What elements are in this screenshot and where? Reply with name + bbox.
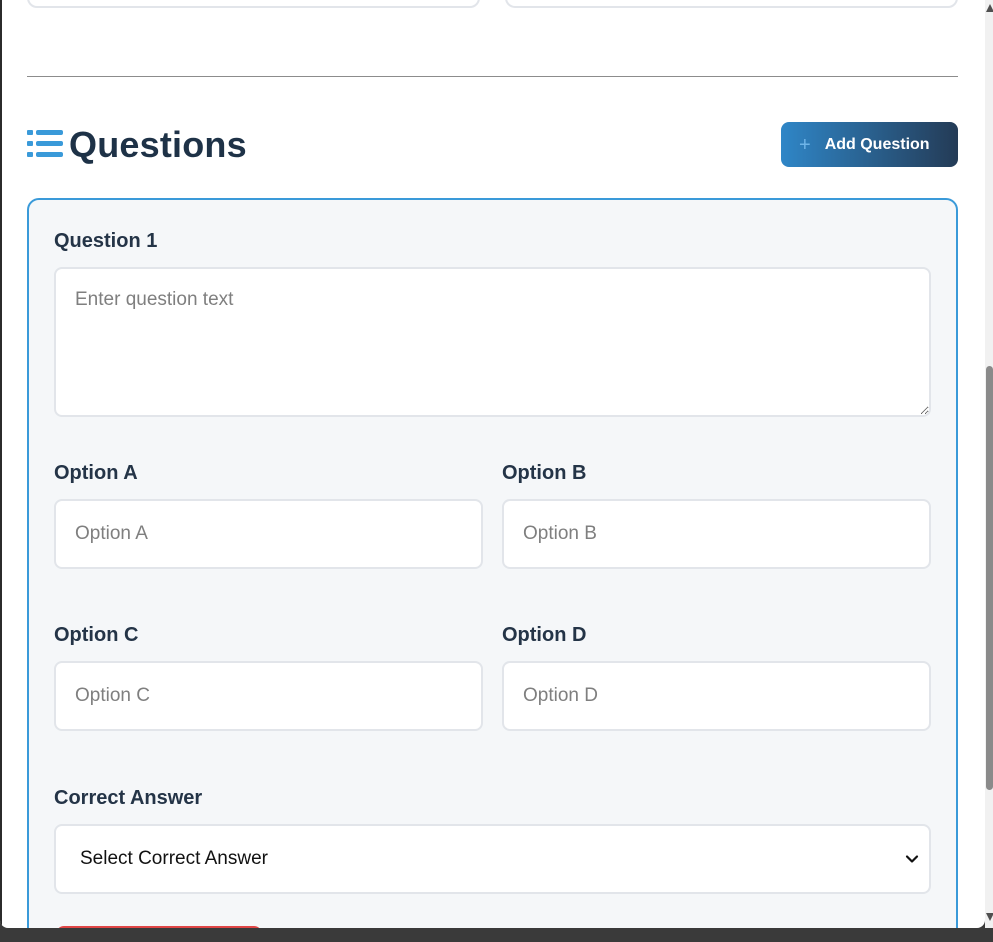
scrollbar-thumb[interactable] <box>986 366 993 790</box>
add-question-label: Add Question <box>824 135 930 153</box>
list-icon <box>27 130 63 157</box>
scroll-down-arrow-icon[interactable] <box>986 913 993 921</box>
chevron-down-icon <box>905 855 919 863</box>
section-divider <box>27 76 958 77</box>
previous-field-right[interactable] <box>505 0 958 8</box>
modal-panel: Questions + Add Question Question 1 Opti… <box>0 0 985 928</box>
correct-answer-label: Correct Answer <box>54 787 203 809</box>
option-c-input[interactable] <box>54 661 483 731</box>
previous-field-left[interactable] <box>27 0 480 8</box>
scroll-up-arrow-icon[interactable] <box>986 4 993 12</box>
option-d-input[interactable] <box>502 661 931 731</box>
section-title: Questions <box>69 124 247 165</box>
question-label: Question 1 <box>54 230 158 252</box>
option-d-label: Option D <box>502 624 587 646</box>
add-question-button[interactable]: + Add Question <box>781 122 958 167</box>
correct-answer-select[interactable]: Select Correct Answer <box>54 824 931 894</box>
option-a-label: Option A <box>54 462 138 484</box>
option-c-label: Option C <box>54 624 139 646</box>
option-b-input[interactable] <box>502 499 931 569</box>
correct-answer-value: Select Correct Answer <box>80 848 268 869</box>
modal-left-edge <box>0 0 2 928</box>
questions-section-header: Questions + Add Question <box>27 122 958 168</box>
window-bottom-bar <box>0 928 993 942</box>
option-b-label: Option B <box>502 462 587 484</box>
option-a-input[interactable] <box>54 499 483 569</box>
question-text-input[interactable] <box>54 267 931 417</box>
question-card: Question 1 Option A Option B Option C Op… <box>27 198 958 928</box>
plus-icon: + <box>799 133 811 156</box>
